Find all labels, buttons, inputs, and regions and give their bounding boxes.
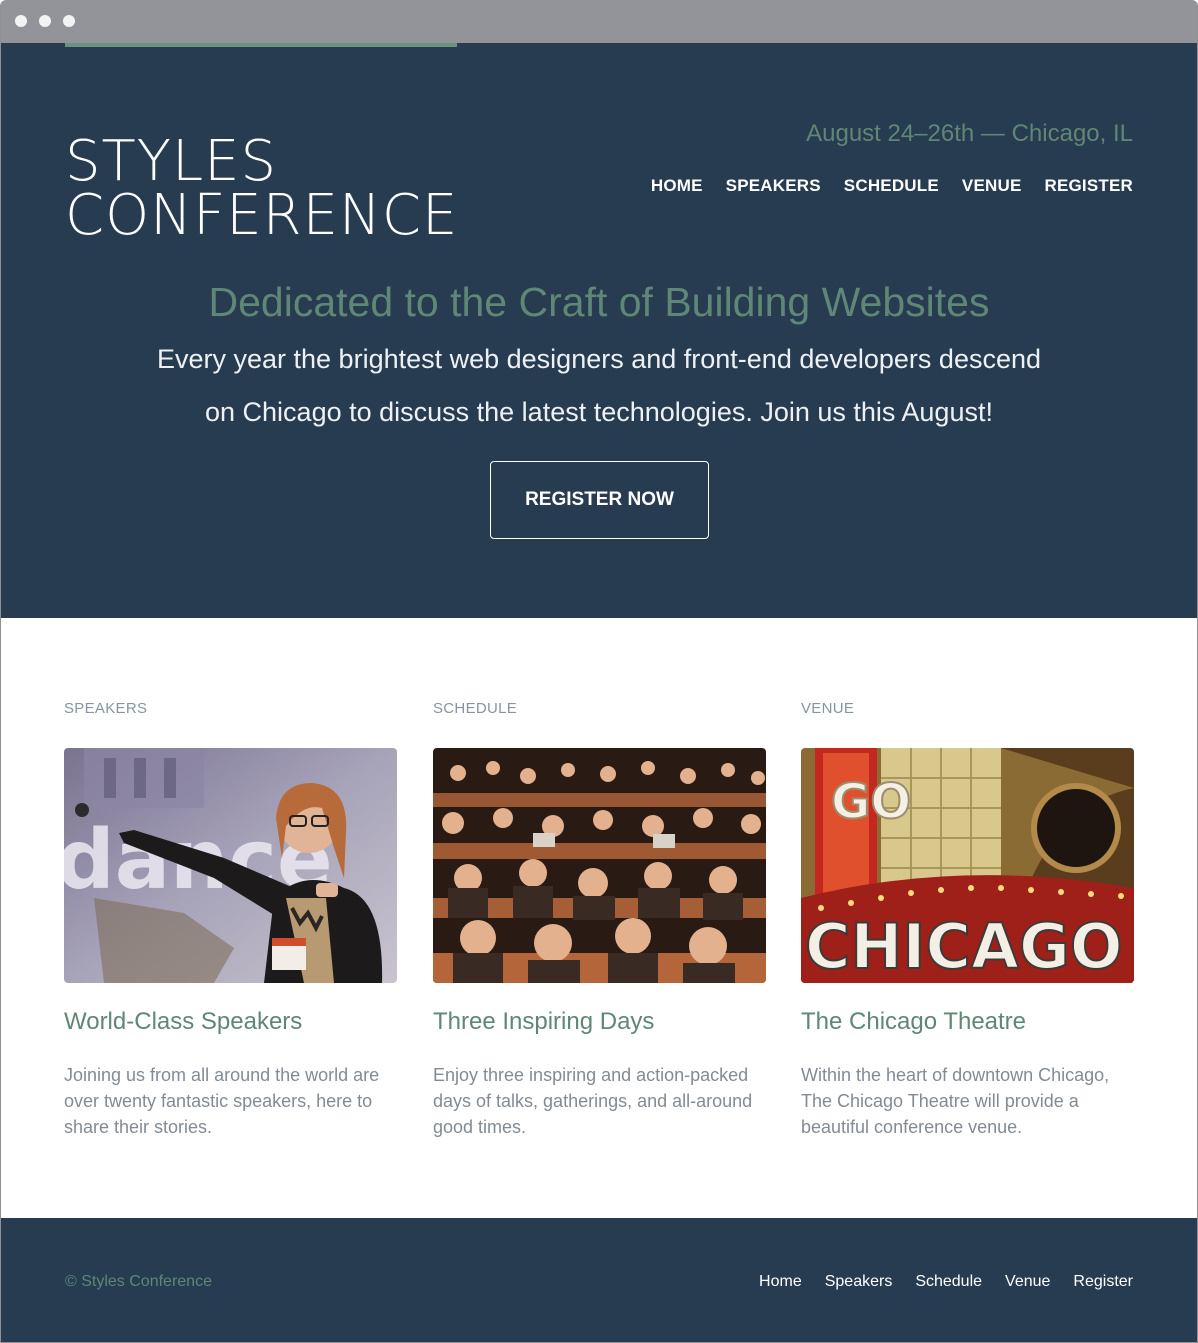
- copyright-text: © Styles Conference: [65, 1273, 212, 1290]
- register-now-button[interactable]: REGISTER NOW: [490, 461, 709, 539]
- window-dot-icon[interactable]: [15, 15, 27, 27]
- site-footer: © Styles Conference Home Speakers Schedu…: [1, 1218, 1197, 1342]
- footer-nav-home[interactable]: Home: [759, 1273, 802, 1291]
- svg-text:CHICAGO: CHICAGO: [805, 910, 1123, 983]
- features-section: SPEAKERS dance: [1, 618, 1197, 1218]
- browser-window: STYLES CONFERENCE August 24–26th — Chica…: [0, 0, 1198, 1343]
- browser-chrome: [1, 0, 1197, 43]
- nav-schedule[interactable]: SCHEDULE: [844, 176, 939, 196]
- feature-description: Joining us from all around the world are…: [64, 1065, 380, 1137]
- logo-line-1: STYLES: [65, 129, 278, 194]
- nav-venue[interactable]: VENUE: [962, 176, 1022, 196]
- speaker-photo: dance: [64, 748, 397, 983]
- feature-title[interactable]: Three Inspiring Days: [433, 1008, 654, 1036]
- feature-description: Within the heart of downtown Chicago, Th…: [801, 1065, 1110, 1137]
- feature-title[interactable]: The Chicago Theatre: [801, 1008, 1026, 1036]
- logo-line-2: CONFERENCE: [65, 183, 459, 248]
- event-date-location: August 24–26th — Chicago, IL: [806, 120, 1133, 147]
- feature-label: SPEAKERS: [64, 700, 148, 717]
- footer-nav-venue[interactable]: Venue: [1005, 1273, 1050, 1291]
- feature-title[interactable]: World-Class Speakers: [64, 1008, 302, 1036]
- footer-nav-schedule[interactable]: Schedule: [915, 1273, 982, 1291]
- window-dot-icon[interactable]: [39, 15, 51, 27]
- nav-speakers[interactable]: SPEAKERS: [726, 176, 821, 196]
- footer-nav: Home Speakers Schedule Venue Register: [759, 1273, 1133, 1291]
- primary-nav: HOME SPEAKERS SCHEDULE VENUE REGISTER: [651, 176, 1133, 196]
- window-dot-icon[interactable]: [63, 15, 75, 27]
- chicago-theatre-sign-photo: GO CHICAGO: [801, 748, 1134, 983]
- footer-nav-register[interactable]: Register: [1073, 1273, 1133, 1291]
- nav-register[interactable]: REGISTER: [1044, 176, 1133, 196]
- svg-text:GO: GO: [831, 774, 911, 830]
- audience-photo: [433, 748, 766, 983]
- hero-section: STYLES CONFERENCE August 24–26th — Chica…: [1, 43, 1197, 618]
- footer-nav-speakers[interactable]: Speakers: [825, 1273, 893, 1291]
- nav-home[interactable]: HOME: [651, 176, 703, 196]
- feature-label: VENUE: [801, 700, 855, 717]
- feature-description: Enjoy three inspiring and action-packed …: [433, 1065, 753, 1137]
- site-logo[interactable]: STYLES CONFERENCE: [65, 129, 459, 248]
- accent-bar: [65, 43, 457, 47]
- hero-title: Dedicated to the Craft of Building Websi…: [208, 279, 990, 325]
- hero-description: Every year the brightest web designers a…: [156, 344, 1042, 427]
- feature-label: SCHEDULE: [433, 700, 518, 717]
